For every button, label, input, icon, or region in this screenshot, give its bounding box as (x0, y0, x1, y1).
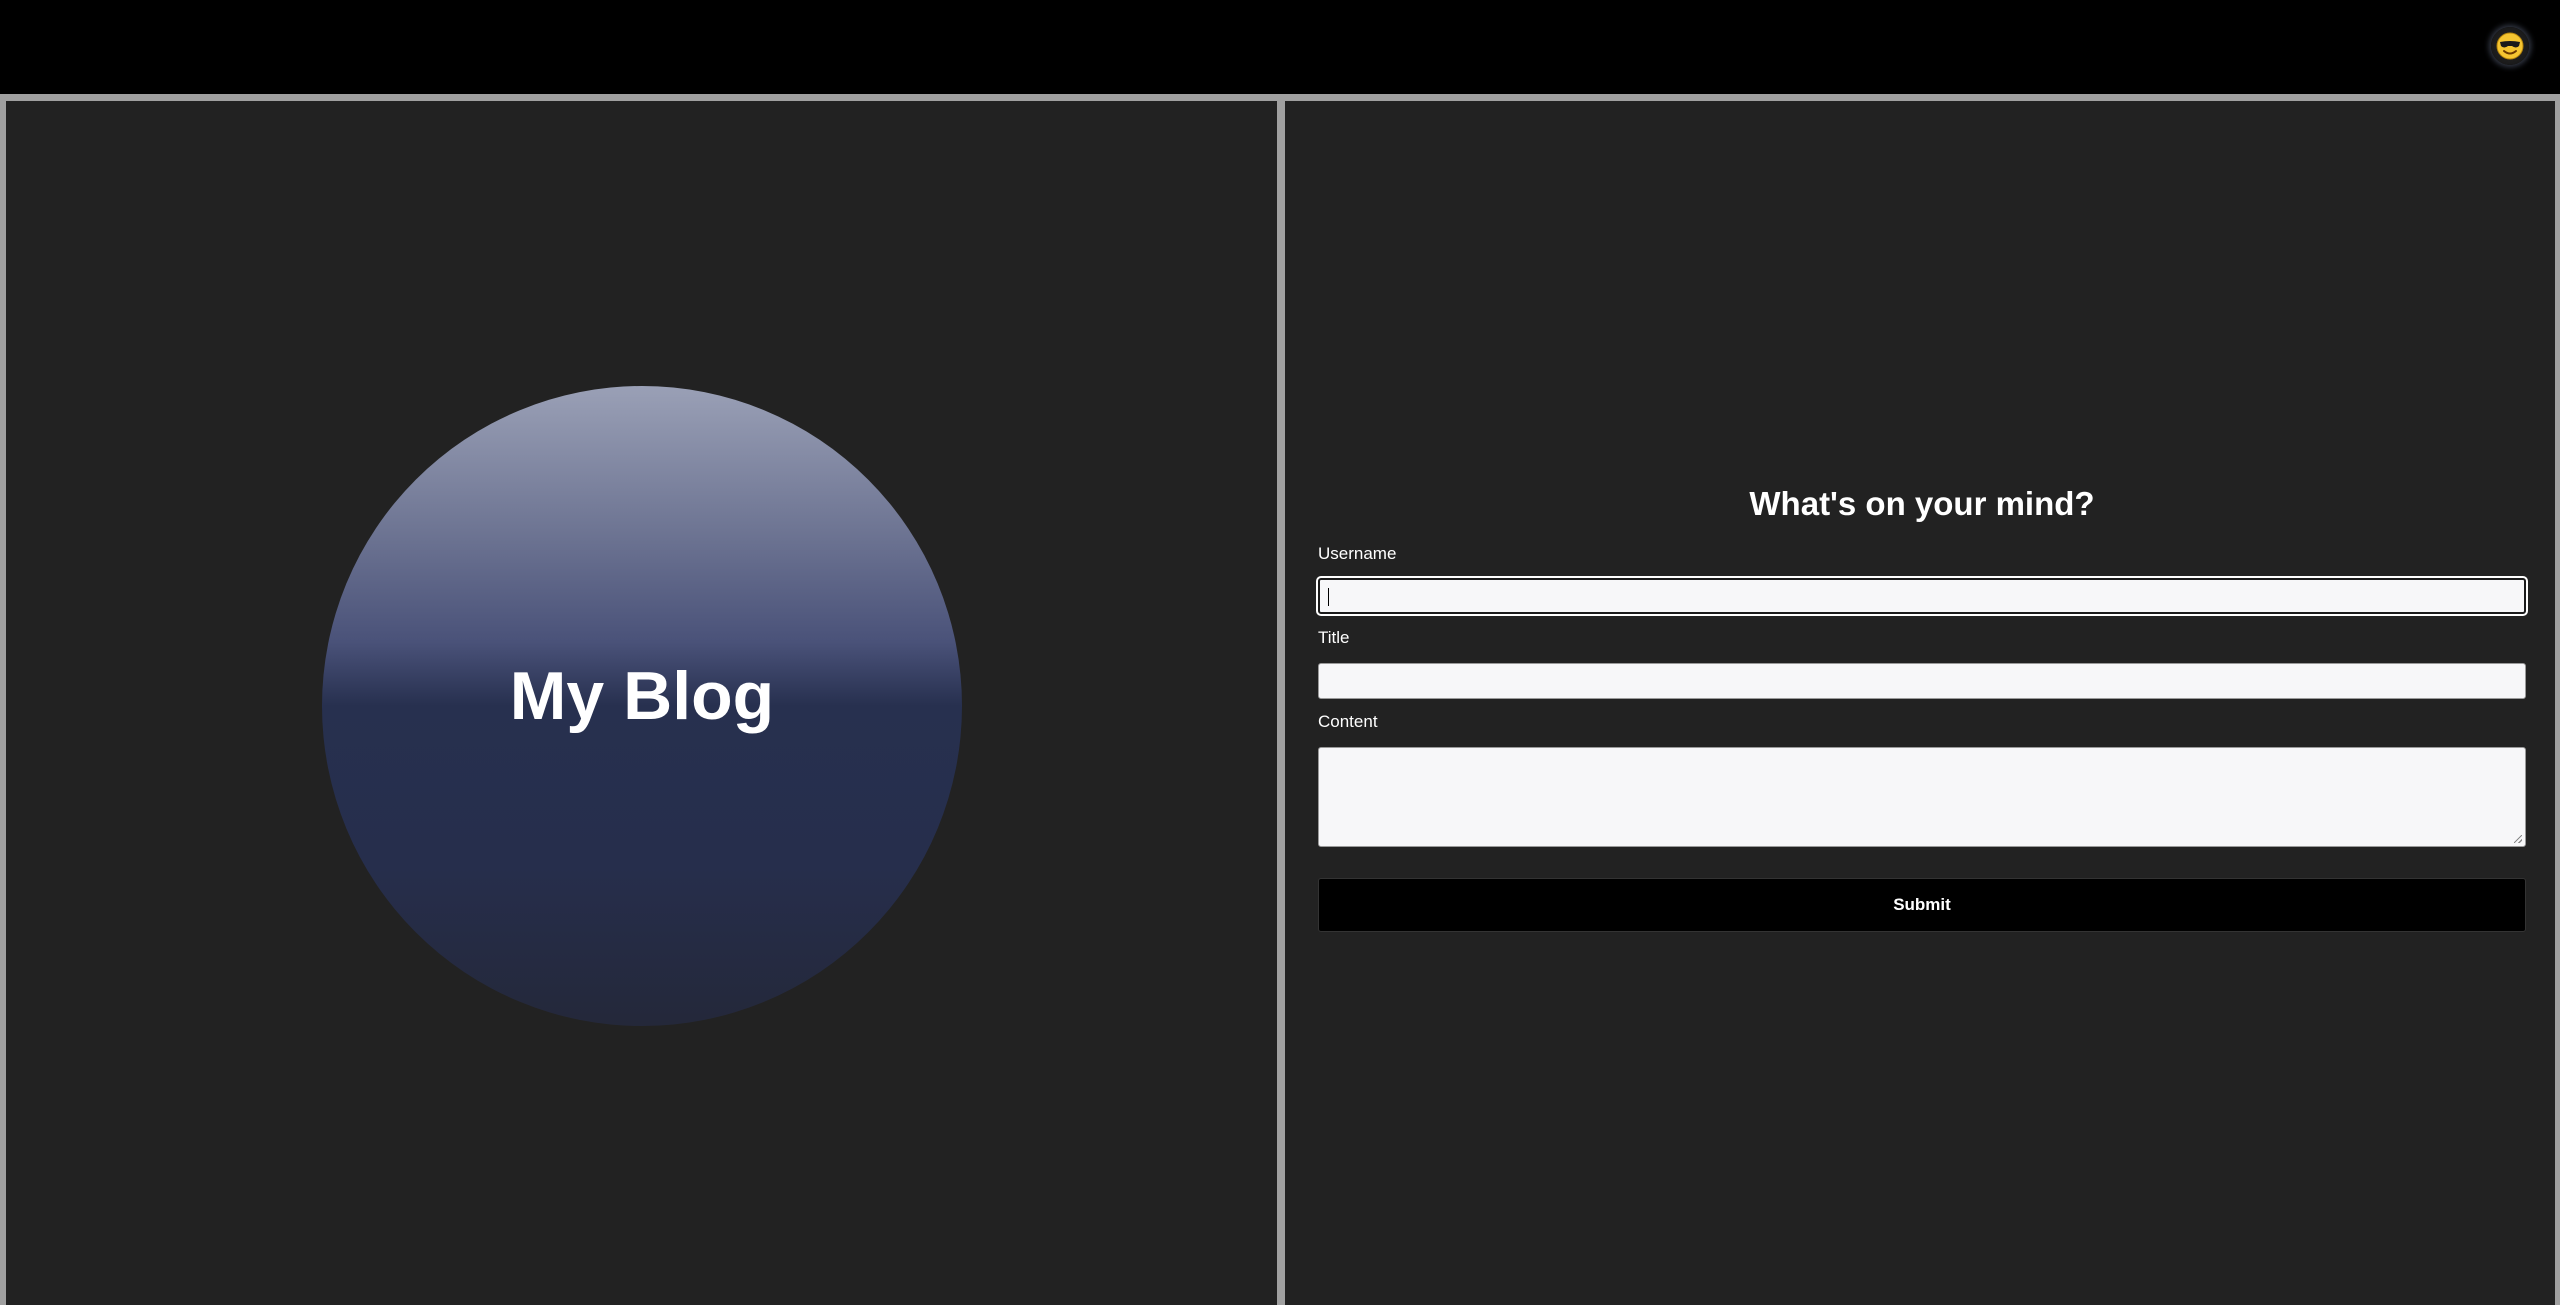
header-divider (0, 94, 2560, 101)
text-caret (1328, 588, 1329, 606)
avatar[interactable] (2491, 27, 2529, 65)
username-input[interactable] (1318, 578, 2526, 614)
content-textarea[interactable] (1318, 747, 2526, 847)
resize-grip-icon (2514, 835, 2522, 843)
top-bar (0, 0, 2560, 94)
title-label: Title (1318, 628, 1350, 647)
form-heading: What's on your mind? (1749, 485, 2095, 522)
blog-title: My Blog (509, 658, 775, 734)
title-input[interactable] (1318, 663, 2526, 699)
right-edge-divider (2555, 101, 2560, 1305)
username-label: Username (1318, 544, 1397, 563)
submit-button[interactable]: Submit (1318, 878, 2526, 932)
textarea-resize-handle[interactable] (2514, 835, 2524, 845)
blog-logo-circle: My Blog (322, 386, 962, 1026)
form-panel (1285, 101, 2560, 1305)
smiling-face-with-sunglasses-icon (2496, 32, 2524, 60)
content-label: Content (1318, 712, 1378, 731)
